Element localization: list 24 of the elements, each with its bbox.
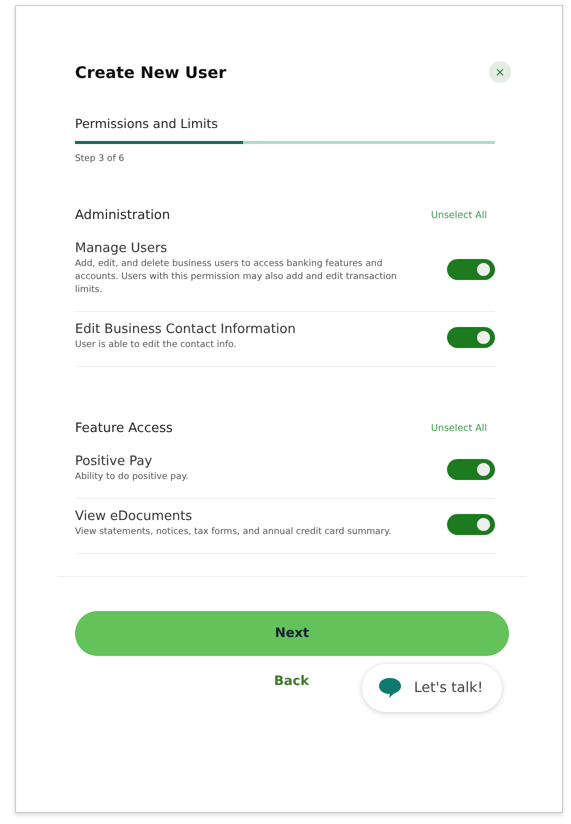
- permission-description: User is able to edit the contact info.: [75, 339, 238, 352]
- permission-description: Ability to do positive pay.: [75, 471, 190, 484]
- step-counter: Step 3 of 6: [75, 154, 126, 164]
- chat-button[interactable]: Let's talk!: [362, 664, 502, 712]
- permission-name: Edit Business Contact Information: [75, 322, 297, 337]
- permission-description: View statements, notices, tax forms, and annual credit card summary.: [75, 526, 392, 539]
- toggle-switch[interactable]: [447, 514, 495, 534]
- back-link[interactable]: Back: [274, 674, 310, 689]
- unselect-all-link[interactable]: Unselect All: [431, 210, 487, 221]
- speech-bubble-icon: [378, 677, 402, 699]
- permission-name: View eDocuments: [75, 509, 194, 524]
- permission-name: Positive Pay: [75, 454, 154, 469]
- step-title: Permissions and Limits: [75, 116, 219, 131]
- close-button[interactable]: ×: [489, 61, 511, 83]
- toggle-switch[interactable]: [447, 458, 495, 480]
- section-title: Feature Access: [75, 421, 173, 436]
- dialog-title: Create New User: [75, 62, 226, 82]
- permission-description: Add, edit, and delete business users to access banking features and accounts. Users with this permission may also add and edit transaction limits.: [75, 258, 398, 297]
- unselect-all-link[interactable]: Unselect All: [431, 423, 487, 434]
- toggle-switch[interactable]: [447, 326, 495, 348]
- next-button[interactable]: Next: [75, 611, 509, 656]
- toggle-switch[interactable]: [447, 258, 495, 280]
- permission-name: Manage Users: [75, 241, 168, 256]
- section-title: Administration: [75, 208, 170, 223]
